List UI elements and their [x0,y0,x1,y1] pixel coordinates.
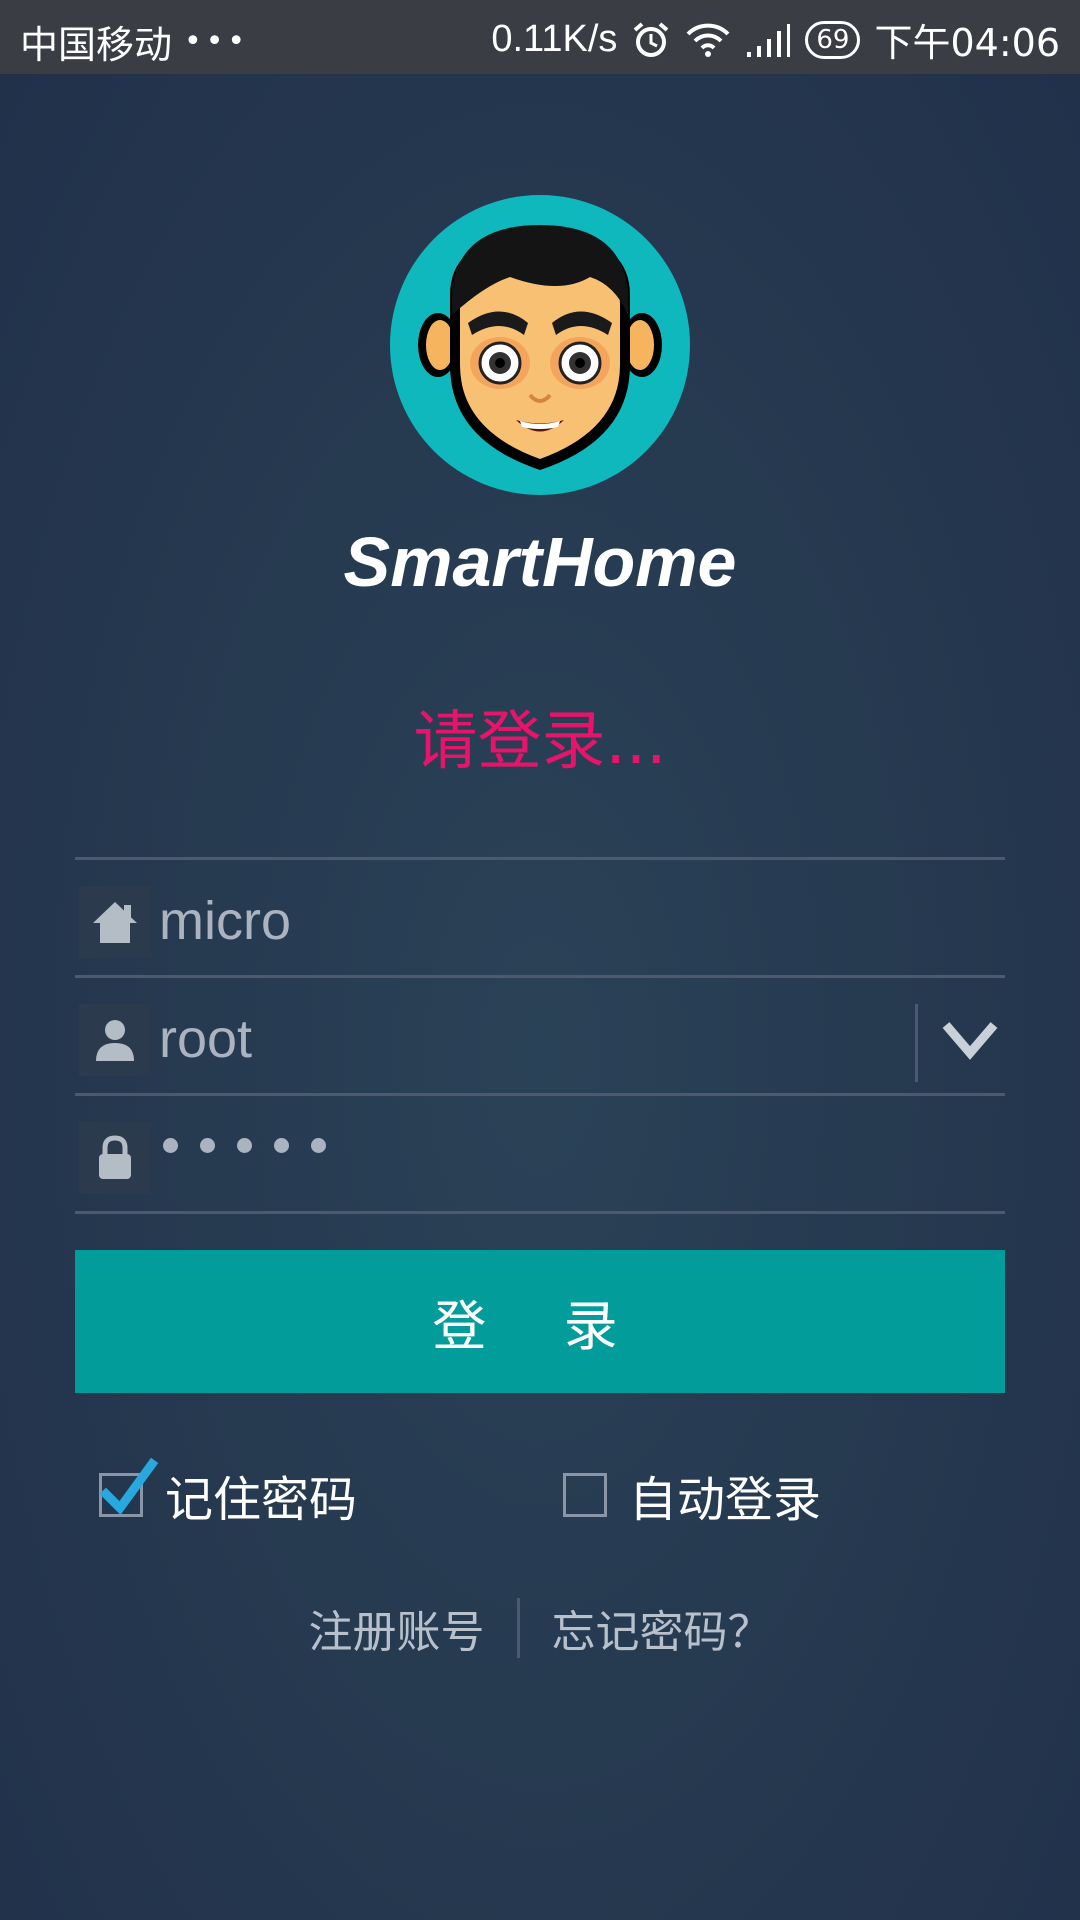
password-mask-dot [163,1138,178,1153]
account-dropdown-button[interactable] [933,1002,1007,1076]
password-mask-dot [274,1138,289,1153]
home-input[interactable] [157,880,861,962]
notification-dots: ••• [184,24,250,59]
battery-icon: 69 [805,20,861,59]
clock: 下午04:06 [874,21,1060,65]
auto-login-label: 自动登录 [629,1472,822,1528]
password-input[interactable] [163,1138,326,1153]
chevron-down-icon [942,1022,998,1060]
user-field[interactable] [75,980,1005,1092]
login-prompt: 请登录... [413,705,667,779]
password-mask-dot [200,1138,215,1153]
remember-password-label: 记住密码 [165,1472,358,1528]
home-field[interactable] [75,862,1005,974]
alarm-icon [631,20,671,60]
app-title: SmartHome [343,523,737,601]
username-input[interactable] [157,998,861,1080]
password-mask-dot [237,1138,252,1153]
avatar-face-icon [418,225,662,470]
signal-icon [745,22,791,58]
status-bar: 中国移动 ••• 0.11K/s 69 下午04:06 [0,0,1080,74]
password-field[interactable] [75,1098,1005,1210]
wifi-icon [685,22,731,58]
lock-icon [79,1122,151,1194]
avatar [390,195,690,495]
login-button[interactable]: 登 录 [75,1250,1005,1393]
divider [75,857,1005,860]
net-speed: 0.11K/s [491,18,618,60]
divider [75,975,1005,978]
auto-login-checkbox-box[interactable] [563,1473,607,1517]
home-icon [79,886,151,958]
footer-links: 注册账号 忘记密码？ [0,1596,1080,1660]
carrier-label: 中国移动 [20,23,173,67]
remember-password-checkbox[interactable]: 记住密码 [99,1457,358,1530]
auto-login-checkbox[interactable]: 自动登录 [563,1460,821,1530]
forgot-password-link[interactable]: 忘记密码？ [520,1596,804,1660]
divider [75,1093,1005,1096]
dropdown-divider [915,1004,918,1082]
user-icon [79,1004,151,1076]
password-mask-dot [311,1138,326,1153]
divider [75,1211,1005,1214]
checkmark-icon [100,1457,159,1515]
register-link[interactable]: 注册账号 [277,1596,517,1660]
remember-checkbox-box[interactable] [99,1457,159,1517]
